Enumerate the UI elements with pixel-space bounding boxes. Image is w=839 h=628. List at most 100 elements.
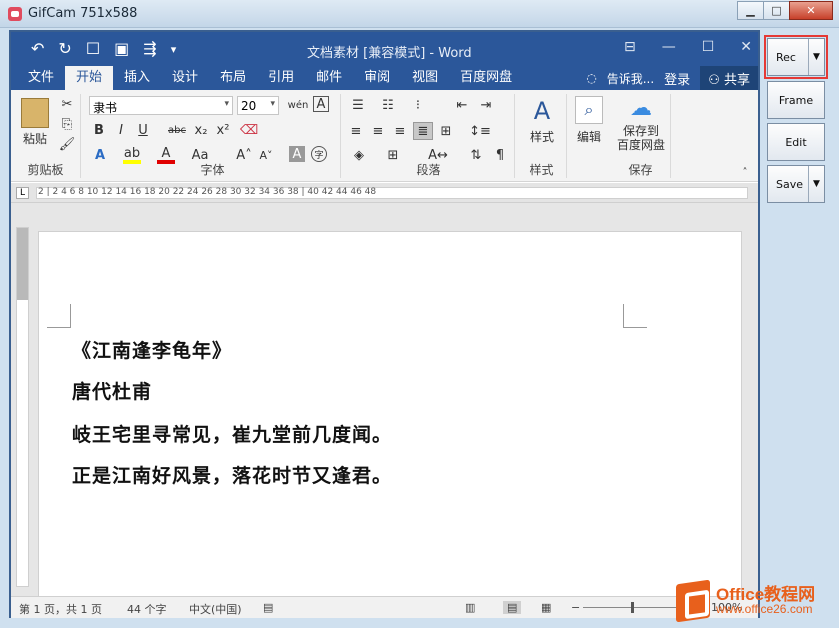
line-spacing-icon[interactable]: ↕≡ [469, 122, 491, 140]
superscript-icon[interactable]: x² [215, 122, 231, 138]
language[interactable]: 中文(中国) [189, 601, 242, 617]
baidu-cloud-icon[interactable]: ☁ [627, 96, 655, 121]
strikethrough-icon[interactable]: abc [165, 122, 189, 138]
tab-selector[interactable]: L [16, 187, 29, 199]
gifcam-titlebar: GifCam 751x588 ▁ □ ✕ [0, 0, 839, 28]
format-painter-icon[interactable]: 🖌 [59, 136, 76, 152]
enclose-character-icon[interactable]: 字 [311, 146, 327, 162]
tab-layout[interactable]: 布局 [209, 66, 257, 90]
tab-baidu[interactable]: 百度网盘 [449, 66, 523, 90]
save-button[interactable]: Save ▼ [767, 165, 825, 203]
margin-corner-top-right [623, 304, 647, 328]
login-link[interactable]: 登录 [664, 69, 690, 88]
format-painter-qat-icon[interactable]: ⇶ [143, 39, 156, 58]
rec-dropdown-icon[interactable]: ▼ [808, 39, 824, 75]
word-titlebar: ↶ ↻ ☐ ▣ ⇶ ▾ 文档素材 [兼容模式] - Word ⊟ — ☐ ✕ [11, 32, 758, 66]
maximize-button[interactable]: □ [763, 1, 790, 20]
tell-me-box[interactable]: 告诉我... [607, 70, 654, 87]
zoom-slider-thumb[interactable] [631, 602, 634, 613]
save-label: Save [776, 177, 804, 191]
subscript-icon[interactable]: x₂ [193, 122, 209, 138]
justify-icon[interactable]: ≣ [413, 122, 433, 140]
save-dropdown-icon[interactable]: ▼ [808, 166, 824, 202]
lightbulb-icon: ◌ [586, 71, 597, 85]
word-close-icon[interactable]: ✕ [740, 39, 752, 55]
close-button[interactable]: ✕ [789, 1, 833, 20]
tab-review[interactable]: 审阅 [353, 66, 401, 90]
tab-references[interactable]: 引用 [257, 66, 305, 90]
editing-label[interactable]: 编辑 [569, 130, 609, 144]
numbering-icon[interactable]: ☷ [377, 96, 399, 114]
rec-button[interactable]: Rec ▼ [764, 35, 828, 79]
underline-icon[interactable]: U [135, 122, 151, 138]
gifcam-window-controls: ▁ □ ✕ [737, 1, 833, 20]
poem-author[interactable]: 唐代杜甫 [72, 377, 152, 404]
tab-design[interactable]: 设计 [161, 66, 209, 90]
decrease-indent-icon[interactable]: ⇤ [453, 96, 471, 114]
web-layout-icon[interactable]: ▦ [541, 601, 551, 614]
read-mode-icon[interactable]: ▥ [465, 601, 475, 614]
quick-access-toolbar: ↶ ↻ ☐ ▣ ⇶ ▾ [31, 39, 176, 58]
font-size-value: 20 [241, 99, 257, 113]
font-group-label: 字体 [200, 163, 225, 177]
italic-icon[interactable]: I [113, 122, 129, 138]
macro-icon[interactable]: ▤ [263, 601, 273, 614]
poem-title[interactable]: 《江南逢李龟年》 [72, 336, 232, 363]
save-to-label[interactable]: 保存到 [611, 124, 671, 138]
vertical-ruler[interactable] [16, 227, 29, 587]
character-shading-icon[interactable]: A [289, 146, 305, 162]
multilevel-list-icon[interactable]: ⁝ [407, 96, 429, 114]
redo-icon[interactable]: ↻ [58, 39, 71, 58]
save-icon[interactable]: ▣ [114, 39, 129, 58]
find-icon[interactable]: ⌕ [575, 96, 603, 124]
save-group: ☁ 保存到 百度网盘 保存 [611, 94, 671, 178]
undo-icon[interactable]: ↶ [31, 39, 44, 58]
align-left-icon[interactable]: ≡ [347, 122, 365, 140]
ribbon-display-icon[interactable]: ⊟ [624, 39, 636, 55]
word-minimize-icon[interactable]: — [662, 39, 676, 55]
customize-qat-icon[interactable]: ▾ [171, 39, 177, 58]
edit-button[interactable]: Edit [767, 123, 825, 161]
phonetic-guide-icon[interactable]: wén [288, 96, 309, 114]
character-border-icon[interactable]: A [313, 96, 329, 112]
align-center-icon[interactable]: ≡ [369, 122, 387, 140]
share-icon: ⚇ [708, 72, 724, 88]
rec-label: Rec [776, 50, 796, 64]
word-count[interactable]: 44 个字 [127, 601, 167, 617]
share-button[interactable]: ⚇ 共享 [700, 65, 758, 91]
word-maximize-icon[interactable]: ☐ [702, 39, 715, 55]
clear-format-icon[interactable]: ⌫ [240, 122, 258, 138]
tab-mailings[interactable]: 邮件 [305, 66, 353, 90]
styles-icon[interactable]: A [529, 96, 555, 126]
collapse-ribbon-icon[interactable]: ˄ [739, 166, 751, 178]
baidu-label[interactable]: 百度网盘 [611, 138, 671, 152]
tab-insert[interactable]: 插入 [113, 66, 161, 90]
align-right-icon[interactable]: ≡ [391, 122, 409, 140]
tab-file[interactable]: 文件 [17, 66, 65, 90]
font-size-select[interactable]: 20 ▾ [237, 96, 279, 115]
minimize-button[interactable]: ▁ [737, 1, 764, 20]
bold-icon[interactable]: B [91, 122, 107, 138]
tab-view[interactable]: 视图 [401, 66, 449, 90]
paste-label[interactable]: 粘贴 [19, 132, 51, 146]
poem-line-2[interactable]: 正是江南好风景，落花时节又逢君。 [72, 461, 392, 488]
document-area: 《江南逢李龟年》 唐代杜甫 岐王宅里寻常见，崔九堂前几度闻。 正是江南好风景，落… [11, 203, 758, 596]
zoom-out-icon[interactable]: − [571, 601, 580, 614]
styles-label[interactable]: 样式 [519, 130, 565, 144]
bullets-icon[interactable]: ☰ [347, 96, 369, 114]
document-page[interactable]: 《江南逢李龟年》 唐代杜甫 岐王宅里寻常见，崔九堂前几度闻。 正是江南好风景，落… [38, 231, 742, 596]
tab-home[interactable]: 开始 [65, 66, 114, 90]
distributed-icon[interactable]: ⊞ [437, 122, 455, 140]
paste-icon[interactable] [21, 98, 49, 128]
frame-button[interactable]: Frame [767, 81, 825, 119]
paragraph-group: ☰ ☷ ⁝ ⇤ ⇥ ≡ ≡ ≡ ≣ ⊞ ↕≡ ◈ ⊞ A↔ ⇅ ¶ 段落 [343, 94, 515, 178]
font-name-select[interactable]: 隶书 ▾ [89, 96, 233, 115]
copy-icon[interactable]: ⎘ [59, 116, 75, 132]
page-count[interactable]: 第 1 页，共 1 页 [19, 601, 102, 617]
print-layout-icon[interactable]: ▤ [503, 601, 522, 614]
poem-line-1[interactable]: 岐王宅里寻常见，崔九堂前几度闻。 [72, 420, 392, 447]
touch-mode-icon[interactable]: ☐ [86, 39, 100, 58]
horizontal-ruler[interactable]: L 2 | 2 4 6 8 10 12 14 16 18 20 22 24 26… [11, 183, 758, 203]
increase-indent-icon[interactable]: ⇥ [477, 96, 495, 114]
cut-icon[interactable]: ✂ [59, 96, 75, 112]
